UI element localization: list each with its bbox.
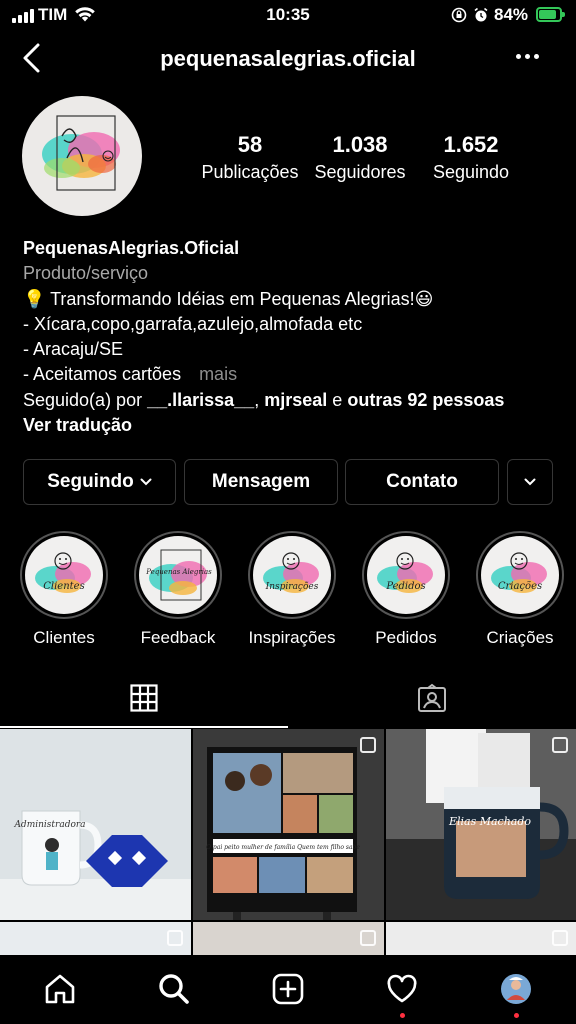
- active-tab-indicator: [0, 726, 288, 728]
- profile-bio: PequenasAlegrias.Oficial Produto/serviço…: [23, 236, 563, 438]
- follower-link[interactable]: mjrseal: [264, 390, 327, 410]
- more-link[interactable]: mais: [199, 364, 237, 384]
- highlight-label: Inspirações: [248, 628, 336, 647]
- following-count-label: Seguindo: [432, 162, 510, 182]
- bio-line: 💡 Transformando Idéias em Pequenas Alegr…: [23, 288, 434, 309]
- nav-activity[interactable]: [380, 967, 424, 1011]
- status-bar: TIM 10:35 84%: [0, 0, 576, 32]
- multiple-posts-icon: [552, 737, 568, 753]
- highlight-cover: Criações: [481, 536, 559, 614]
- nav-new-post[interactable]: [266, 967, 310, 1011]
- clock: 10:35: [266, 5, 310, 24]
- tagged-person-icon: [418, 683, 446, 712]
- followed-by-separator: ,: [254, 389, 260, 410]
- chevron-down-icon: [524, 478, 536, 486]
- following-button-label: Seguindo: [47, 471, 134, 492]
- alarm-icon: [473, 7, 489, 28]
- multiple-posts-icon: [360, 737, 376, 753]
- highlight-cover-text: Clientes: [43, 581, 84, 592]
- profile-username: pequenasalegrias.oficial: [160, 46, 416, 71]
- highlight-criacoes[interactable]: Criações Criações: [475, 531, 565, 648]
- posts-count[interactable]: 58 Publicações: [195, 132, 305, 183]
- notification-dot: [400, 1013, 405, 1018]
- bio-line: - Aracaju/SE: [23, 339, 124, 360]
- followers-count[interactable]: 1.038 Seguidores: [305, 132, 415, 183]
- multiple-posts-icon: [167, 930, 183, 946]
- heart-icon: [387, 974, 417, 1003]
- battery-fill: [539, 10, 556, 19]
- highlight-feedback[interactable]: Pequenas Alegrias Feedback: [133, 531, 223, 648]
- highlight-cover: Pedidos: [367, 536, 445, 614]
- nav-profile[interactable]: [494, 967, 538, 1011]
- post-caption: O pai peito mulher de família Quem tem f…: [206, 844, 360, 851]
- grid-icon: [130, 684, 158, 712]
- add-post-icon: [272, 973, 304, 1005]
- search-icon: [159, 974, 189, 1004]
- contact-button-label: Contato: [386, 471, 458, 492]
- nav-home[interactable]: [38, 967, 82, 1011]
- see-translation-link[interactable]: Ver tradução: [23, 413, 563, 438]
- highlight-cover: Inspirações: [253, 536, 331, 614]
- message-button[interactable]: Mensagem: [184, 459, 338, 505]
- followed-by-prefix: Seguido(a) por: [23, 389, 143, 410]
- highlight-clientes[interactable]: Clientes Clientes: [19, 531, 109, 648]
- highlight-label: Criações: [486, 628, 554, 647]
- highlight-cover-text: Criações: [498, 581, 542, 592]
- highlight-cover-text: Pequenas Alegrias: [145, 568, 212, 576]
- follower-link[interactable]: __.llarissa__: [147, 390, 254, 410]
- orientation-lock-icon: [451, 7, 467, 28]
- profile-name: PequenasAlegrias.Oficial: [23, 238, 240, 258]
- highlight-pedidos[interactable]: Pedidos Pedidos: [361, 531, 451, 648]
- followed-by-and: e: [332, 389, 343, 410]
- profile-avatar[interactable]: [22, 96, 142, 216]
- post-thumbnail[interactable]: Administradora: [0, 729, 191, 920]
- highlight-inspiracoes[interactable]: Inspirações Inspirações: [247, 531, 337, 648]
- multiple-posts-icon: [552, 930, 568, 946]
- followers-count-label: Seguidores: [314, 162, 406, 182]
- contact-button[interactable]: Contato: [345, 459, 499, 505]
- highlight-cover-text: Inspirações: [265, 581, 319, 592]
- battery-icon: [536, 7, 565, 22]
- following-button[interactable]: Seguindo: [23, 459, 176, 505]
- profile-avatar-icon: [501, 974, 531, 1004]
- message-button-label: Mensagem: [211, 471, 311, 492]
- notification-dot: [514, 1013, 519, 1018]
- bio-line: - Xícara,copo,garrafa,azulejo,almofada e…: [23, 313, 363, 334]
- following-count[interactable]: 1.652 Seguindo: [415, 132, 527, 183]
- mug-text: Elias Machado: [448, 815, 531, 828]
- profile-category: Produto/serviço: [23, 263, 149, 284]
- chevron-down-icon: [140, 478, 152, 486]
- mug-text: Administradora: [13, 820, 85, 830]
- suggested-accounts-button[interactable]: [507, 459, 553, 505]
- home-icon: [45, 974, 75, 1004]
- nav-search[interactable]: [152, 967, 196, 1011]
- bio-line: - Aceitamos cartões: [23, 364, 182, 385]
- highlight-label: Pedidos: [375, 628, 437, 647]
- other-followers-link[interactable]: outras 92 pessoas: [347, 390, 504, 410]
- tab-posts-grid[interactable]: [0, 668, 288, 728]
- multiple-posts-icon: [360, 930, 376, 946]
- battery-percentage: 84%: [494, 5, 529, 24]
- bottom-navigation: [0, 955, 576, 1024]
- followed-by[interactable]: Seguido(a) por __.llarissa__, mjrseal e …: [23, 388, 563, 413]
- post-thumbnail[interactable]: O pai peito mulher de família Quem tem f…: [193, 729, 384, 920]
- posts-count-label: Publicações: [201, 162, 299, 182]
- highlight-cover-text: Pedidos: [385, 581, 425, 592]
- highlight-cover: Pequenas Alegrias: [139, 536, 217, 614]
- following-count-value: 1.652: [443, 132, 499, 157]
- tab-tagged[interactable]: [288, 668, 576, 728]
- followers-count-value: 1.038: [332, 132, 388, 157]
- highlight-label: Feedback: [140, 628, 216, 647]
- more-options-icon[interactable]: [516, 54, 539, 59]
- posts-count-value: 58: [237, 132, 263, 157]
- post-thumbnail[interactable]: Elias Machado: [386, 729, 576, 920]
- highlight-label: Clientes: [33, 628, 95, 647]
- highlight-cover: Clientes: [25, 536, 103, 614]
- profile-header: pequenasalegrias.oficial: [0, 36, 576, 82]
